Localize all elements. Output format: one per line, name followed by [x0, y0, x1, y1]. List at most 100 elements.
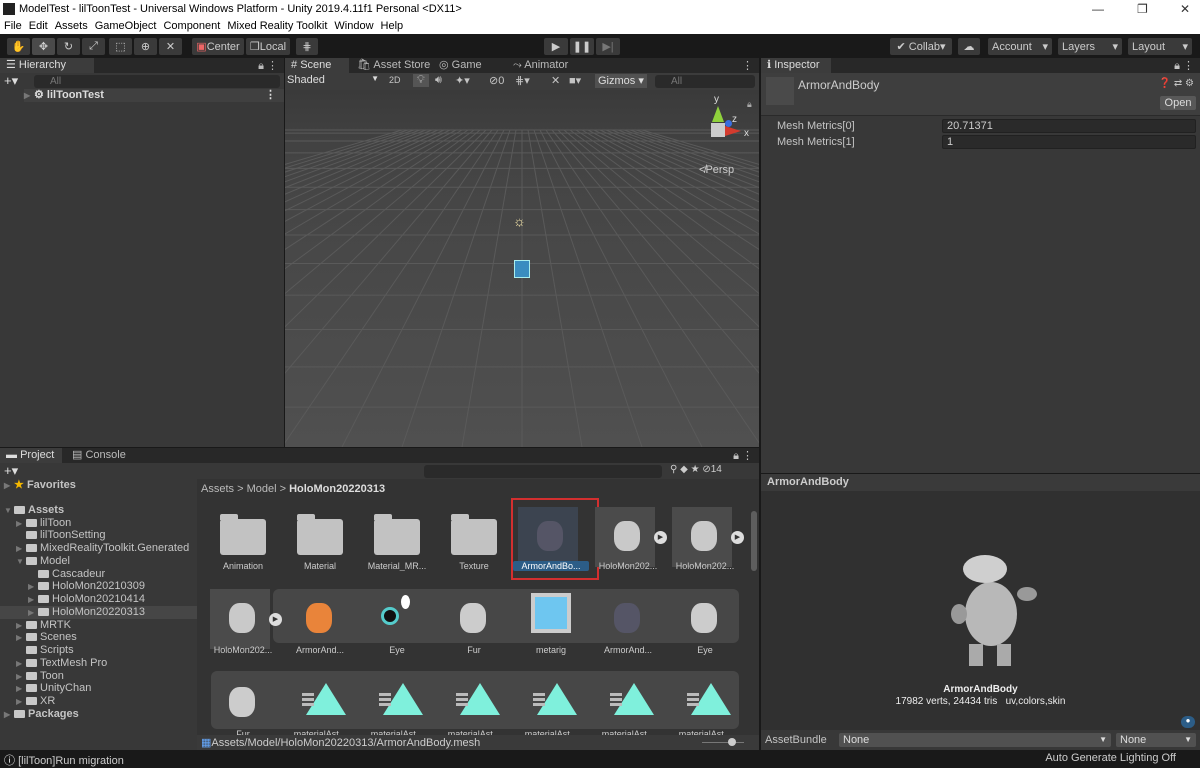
menu-help[interactable]: Help [381, 20, 404, 32]
hand-tool-icon[interactable]: ✋ [7, 38, 30, 55]
play-button[interactable]: ▶ [544, 38, 568, 55]
asset-item[interactable]: ▶ HoloMon202... [590, 507, 667, 577]
tree-item[interactable]: ▶ MRTK [0, 619, 197, 632]
tree-item[interactable]: ▶ HoloMon20220313 [0, 605, 197, 619]
menu-mrtk[interactable]: Mixed Reality Toolkit [227, 20, 327, 32]
asset-item[interactable]: ArmorAnd... [282, 589, 358, 659]
icon-size-slider[interactable] [702, 742, 744, 743]
tools-icon[interactable]: ✕ [551, 74, 560, 87]
menu-gameobject[interactable]: GameObject [95, 20, 157, 32]
collab-button[interactable]: ✔ Collab ▾ [890, 38, 952, 55]
scene-search-input[interactable]: All [655, 75, 755, 88]
expand-play-button[interactable]: ▶ [731, 531, 744, 544]
rect-tool-icon[interactable]: ⬚ [109, 38, 132, 55]
tree-item[interactable]: ▶ Toon [0, 670, 197, 683]
grid-dropdown-icon[interactable]: ⋕▾ [515, 74, 530, 87]
project-create-dropdown[interactable]: +▾ [4, 463, 18, 479]
asset-item[interactable]: ▶ HoloMon202... [667, 507, 744, 577]
tree-item[interactable]: Cascadeur [0, 568, 197, 581]
account-dropdown[interactable]: Account ▾ [988, 38, 1052, 55]
camera-dropdown-icon[interactable]: ■▾ [569, 74, 581, 87]
project-lock-menu-icon[interactable]: 🔒︎ ⋮ [733, 449, 753, 463]
orientation-gizmo[interactable]: y z x 🔒︎ [695, 94, 755, 156]
asset-item[interactable]: materialAst... [590, 673, 666, 743]
rotate-tool-icon[interactable]: ↻ [57, 38, 80, 55]
hidden-objects-icon[interactable]: ⊘0 [489, 74, 504, 87]
scale-tool-icon[interactable]: ⤢ [82, 38, 105, 55]
projection-toggle[interactable]: ≮Persp [699, 164, 734, 176]
tree-item[interactable]: ▶ Packages [0, 708, 197, 721]
menu-file[interactable]: File [4, 20, 22, 32]
mesh-metrics-1-field[interactable]: 1 [942, 135, 1196, 149]
pivot-local-button[interactable]: ❒ Local [246, 38, 290, 55]
tab-game[interactable]: ◎ Game [433, 58, 488, 73]
audio-toggle-icon[interactable]: 🔊︎ [435, 74, 442, 87]
asset-item[interactable]: ArmorAnd... [590, 589, 666, 659]
tree-item[interactable]: ▶ HoloMon20210414 [0, 593, 197, 606]
hierarchy-item-liltoontest[interactable]: ▶ ⚙ lilToonTest ⋮ [24, 89, 284, 102]
step-button[interactable]: ▶| [596, 38, 620, 55]
mesh-preview-image[interactable] [939, 544, 1039, 674]
pivot-center-button[interactable]: ▣ Center [192, 38, 244, 55]
tree-item[interactable]: ▶ XR [0, 695, 197, 708]
icon-size-slider-handle[interactable] [728, 738, 736, 746]
asset-item[interactable]: Texture [436, 507, 512, 577]
close-button[interactable]: ✕ [1180, 2, 1190, 16]
layers-dropdown[interactable]: Layers ▾ [1058, 38, 1122, 55]
mesh-metrics-0-field[interactable]: 20.71371 [942, 119, 1196, 133]
tab-console[interactable]: ▤ Console [66, 448, 132, 463]
tree-item[interactable]: ▶ UnityChan [0, 682, 197, 695]
scene-menu-icon[interactable]: ⋮ [742, 59, 753, 72]
pause-button[interactable]: ❚❚ [570, 38, 594, 55]
hierarchy-search-input[interactable]: All [34, 75, 280, 88]
asset-item[interactable]: Fur [205, 673, 281, 743]
asset-grid-scrollbar[interactable] [751, 511, 757, 571]
tree-item[interactable]: ▶ Scenes [0, 631, 197, 644]
asset-item[interactable]: Material_MR... [359, 507, 435, 577]
tree-item[interactable]: ▶ HoloMon20210309 [0, 580, 197, 593]
snap-icon[interactable]: ⋕ [296, 38, 318, 55]
asset-item[interactable]: Material [282, 507, 358, 577]
tree-item[interactable]: ▶ TextMesh Pro [0, 657, 197, 670]
minimize-button[interactable]: — [1092, 2, 1104, 16]
menu-assets[interactable]: Assets [55, 20, 88, 32]
asset-item[interactable]: materialAst... [513, 673, 589, 743]
tree-item[interactable]: ▼ Model [0, 555, 197, 568]
tab-hierarchy[interactable]: ☰ Hierarchy [0, 58, 94, 73]
tab-asset-store[interactable]: 🛍︎ Asset Store [351, 58, 436, 73]
tree-item[interactable]: ▼ Assets [0, 504, 197, 517]
custom-tool-icon[interactable]: ✕ [159, 38, 182, 55]
expand-play-button[interactable]: ▶ [269, 613, 282, 626]
menu-window[interactable]: Window [334, 20, 373, 32]
tab-project[interactable]: ▬ Project [0, 448, 62, 463]
lighting-status[interactable]: Auto Generate Lighting Off [1045, 752, 1176, 764]
tab-animator[interactable]: ⤳ Animator [507, 58, 574, 73]
expand-play-button[interactable]: ▶ [654, 531, 667, 544]
breadcrumb-current[interactable]: HoloMon20220313 [289, 483, 385, 495]
create-dropdown[interactable]: +▾ [4, 73, 18, 89]
asset-item[interactable]: metarig [513, 589, 589, 659]
transform-tool-icon[interactable]: ⊕ [134, 38, 157, 55]
move-tool-icon[interactable]: ✥ [32, 38, 55, 55]
help-settings-icons[interactable]: ❓ ⇄ ⚙ [1159, 78, 1194, 89]
assetbundle-name-dropdown[interactable]: None ▼ [839, 733, 1111, 747]
2d-toggle[interactable]: 2D [389, 75, 401, 85]
effects-dropdown-icon[interactable]: ✦▾ [455, 74, 470, 87]
inspector-lock-menu-icon[interactable]: 🔒︎ ⋮ [1174, 59, 1194, 73]
cloud-icon[interactable]: ☁ [958, 38, 980, 55]
asset-item[interactable]: ▶ HoloMon202... [205, 589, 282, 659]
tree-item[interactable]: lilToonSetting [0, 529, 197, 542]
scene-viewport[interactable]: ☼ y z x 🔒︎ ≮Persp [285, 90, 759, 447]
menu-edit[interactable]: Edit [29, 20, 48, 32]
breadcrumb-assets[interactable]: Assets [201, 483, 234, 495]
tree-item[interactable]: ▶ MixedRealityToolkit.Generated [0, 542, 197, 555]
menu-component[interactable]: Component [163, 20, 220, 32]
tree-item[interactable]: ▶ lilToon [0, 517, 197, 530]
breadcrumb-model[interactable]: Model [247, 483, 277, 495]
asset-item[interactable]: Fur [436, 589, 512, 659]
asset-item[interactable]: materialAst... [282, 673, 358, 743]
tree-item[interactable]: ▶ ★ Favorites [0, 479, 197, 492]
asset-item[interactable]: materialAst... [667, 673, 743, 743]
project-search-input[interactable] [424, 465, 662, 478]
tree-item[interactable]: Scripts [0, 644, 197, 657]
